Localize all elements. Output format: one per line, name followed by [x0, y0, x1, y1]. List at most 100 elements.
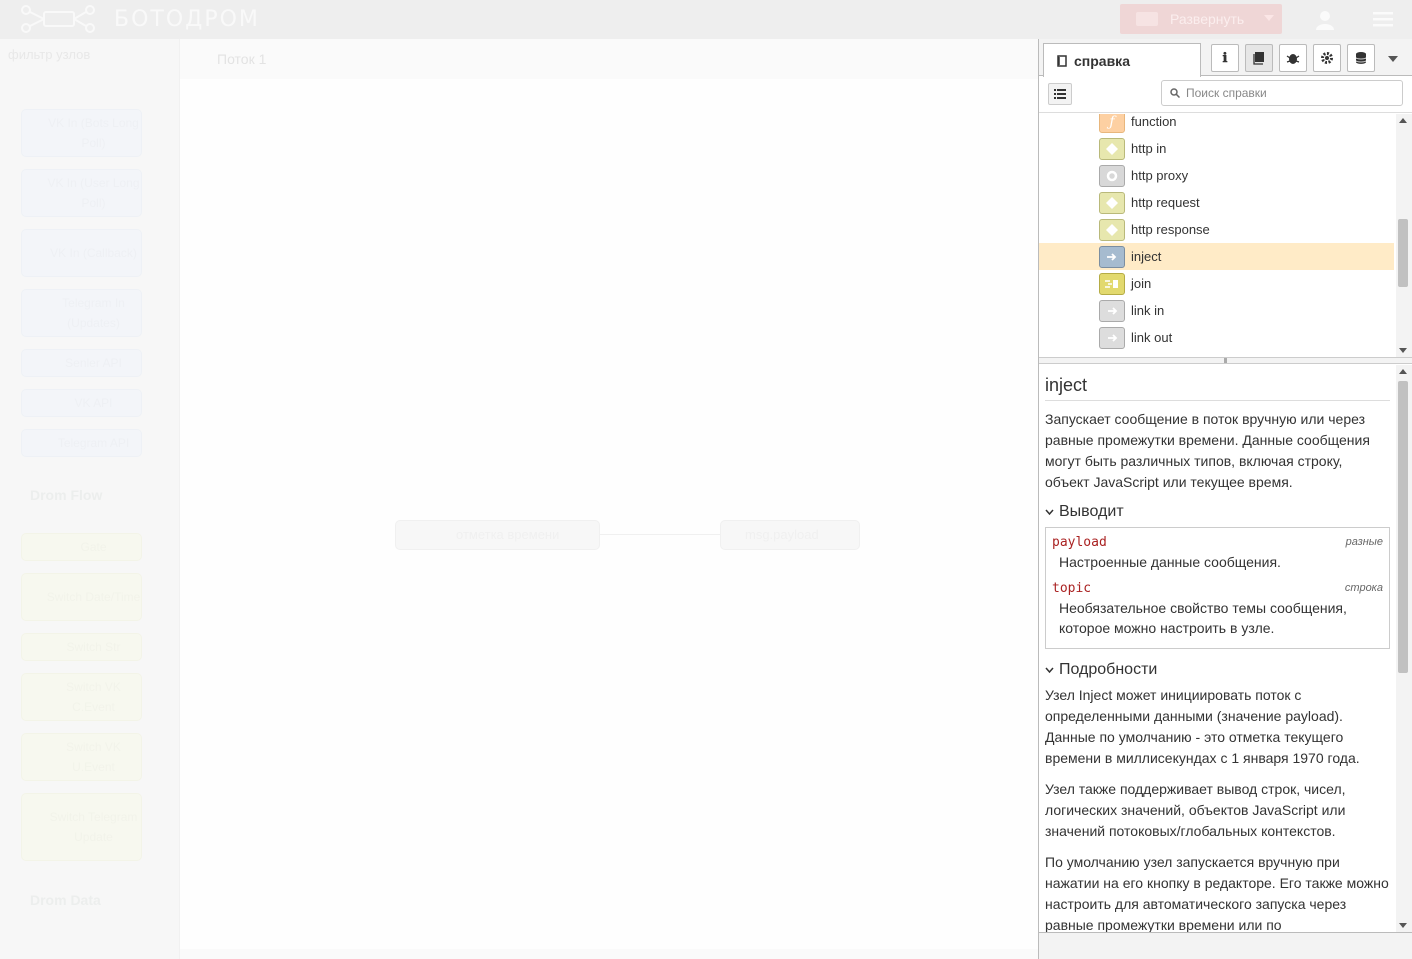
deploy-menu-caret-icon[interactable] — [1264, 15, 1274, 21]
tree-item-link-out[interactable]: link out — [1039, 324, 1394, 351]
tab-help[interactable]: справка — [1043, 43, 1201, 77]
link-icon — [1099, 299, 1125, 322]
palette-node[interactable]: VK In (User Long Poll) — [21, 169, 142, 217]
tree-item-label: link out — [1131, 330, 1173, 345]
palette-node[interactable]: Switch Date/Time — [21, 573, 142, 621]
tree-item-http-in[interactable]: http in — [1039, 135, 1394, 162]
palette-node[interactable]: Switch VK U.Event — [21, 733, 142, 781]
panel-resize-divider[interactable] — [1039, 357, 1412, 364]
tree-item-label: function — [1131, 114, 1177, 129]
help-node-tree: ƒ function http in http proxy http reque… — [1039, 114, 1412, 357]
tree-scroll-thumb[interactable] — [1398, 219, 1408, 287]
workspace-node-inject[interactable]: отметка времени — [395, 520, 600, 550]
tree-item-http-proxy[interactable]: http proxy — [1039, 162, 1394, 189]
tree-item-label: inject — [1131, 249, 1162, 264]
chevron-down-icon — [1045, 667, 1054, 673]
scroll-down-icon[interactable] — [1399, 348, 1407, 353]
chevron-down-icon — [1045, 509, 1054, 515]
list-icon — [1054, 89, 1066, 99]
tree-item-join[interactable]: join — [1039, 270, 1394, 297]
output-type: строка — [1344, 582, 1383, 594]
hamburger-menu-icon[interactable] — [1373, 11, 1393, 27]
tree-item-http-request[interactable]: http request — [1039, 189, 1394, 216]
user-icon[interactable] — [1314, 9, 1336, 31]
tree-item-label: link in — [1131, 303, 1165, 318]
node-palette: фильтр узлов VK In (Bots Long Poll) VK I… — [0, 39, 180, 959]
scroll-up-icon[interactable] — [1399, 118, 1407, 123]
outputs-section-header[interactable]: Выводит — [1045, 503, 1390, 521]
tab-flow-1[interactable]: Поток 1 — [205, 47, 405, 71]
help-title: inject — [1045, 375, 1390, 401]
palette-node[interactable]: Switch VK C.Event — [21, 673, 142, 721]
tab-help-label: справка — [1074, 52, 1130, 69]
outputs-heading: Выводит — [1059, 503, 1124, 520]
arrow-in-icon — [1099, 245, 1125, 268]
palette-node[interactable]: Telegram In (Updates) — [21, 289, 142, 337]
tree-item-link-in[interactable]: link in — [1039, 297, 1394, 324]
palette-node[interactable]: Senler API — [21, 349, 142, 377]
palette-node[interactable]: Switch Telegram Update — [21, 793, 142, 861]
sidebar-footer — [1039, 932, 1412, 959]
logo-icon — [21, 5, 95, 33]
details-paragraph: Узел Inject может инициировать поток с о… — [1045, 687, 1360, 766]
help-search-input[interactable] — [1186, 86, 1386, 100]
palette-node[interactable]: VK In (Bots Long Poll) — [21, 109, 142, 157]
tree-item-label: http in — [1131, 141, 1167, 156]
globe-icon — [1099, 191, 1125, 214]
sidebar: справка ℹ ƒ function — [1038, 39, 1412, 959]
scroll-down-icon[interactable] — [1399, 923, 1407, 928]
help-toolbar — [1039, 77, 1412, 113]
tree-scrollbar[interactable] — [1396, 114, 1412, 357]
output-description: Необязательное свойство темы сообщения, … — [1059, 600, 1347, 636]
palette-category[interactable]: Drom Data — [30, 892, 101, 908]
details-paragraph: Узел также поддерживает вывод строк, чис… — [1045, 781, 1346, 839]
details-section-header[interactable]: Подробности — [1045, 661, 1390, 679]
brand-name: БОТОДРОМ — [114, 6, 260, 32]
details-heading: Подробности — [1059, 661, 1158, 678]
palette-node[interactable]: VK In (Callback) — [21, 229, 142, 277]
output-name: payload — [1052, 534, 1107, 550]
tree-item-label: join — [1131, 276, 1152, 291]
config-tab-button[interactable] — [1313, 44, 1341, 72]
tree-item-function[interactable]: ƒ function — [1039, 114, 1394, 135]
globe-icon — [1099, 137, 1125, 160]
divider-grip[interactable] — [1224, 358, 1227, 363]
debug-tab-button[interactable] — [1279, 44, 1307, 72]
tree-item-http-response[interactable]: http response — [1039, 216, 1394, 243]
header-bar: БОТОДРОМ Развернуть — [0, 0, 1412, 39]
help-scroll-thumb[interactable] — [1398, 381, 1408, 673]
palette-node[interactable]: VK API — [21, 389, 142, 417]
palette-search-input[interactable]: фильтр узлов — [8, 47, 168, 71]
output-row: topic строка — [1052, 578, 1383, 598]
help-scrollbar[interactable] — [1396, 365, 1412, 932]
toc-toggle-button[interactable] — [1048, 83, 1072, 105]
sidebar-tabbar: справка ℹ — [1039, 39, 1412, 77]
book-icon — [1253, 52, 1264, 65]
globe-icon — [1099, 218, 1125, 241]
palette-node[interactable]: Gate — [21, 533, 142, 561]
help-tab-button[interactable] — [1245, 44, 1273, 72]
gear-icon — [1321, 52, 1333, 64]
sidebar-menu-caret-icon[interactable] — [1388, 56, 1398, 62]
palette-node[interactable]: Telegram API — [21, 429, 142, 457]
output-description: Настроенные данные сообщения. — [1059, 554, 1281, 570]
function-icon: ƒ — [1099, 114, 1125, 133]
info-tab-button[interactable]: ℹ — [1211, 44, 1239, 72]
info-icon: ℹ — [1222, 50, 1228, 66]
tree-item-inject[interactable]: inject — [1039, 243, 1394, 270]
workspace-node-debug[interactable]: msg.payload — [720, 520, 860, 550]
scroll-up-icon[interactable] — [1399, 369, 1407, 374]
help-content: inject Запускает сообщение в поток вручн… — [1039, 365, 1396, 932]
palette-category[interactable]: Drom Flow — [30, 487, 102, 503]
help-search-box[interactable] — [1161, 80, 1403, 106]
context-tab-button[interactable] — [1347, 44, 1375, 72]
deploy-label: Развернуть — [1170, 11, 1245, 27]
gear-icon — [1099, 164, 1125, 187]
palette-node[interactable]: Switch Str — [21, 633, 142, 661]
help-intro: Запускает сообщение в поток вручную или … — [1045, 411, 1370, 490]
tree-item-label: http request — [1131, 195, 1200, 210]
editor-area: фильтр узлов VK In (Bots Long Poll) VK I… — [0, 39, 1038, 959]
deploy-button[interactable]: Развернуть — [1120, 4, 1282, 34]
deploy-icon — [1136, 12, 1158, 26]
workspace-canvas[interactable]: отметка времени msg.payload — [180, 79, 1038, 949]
